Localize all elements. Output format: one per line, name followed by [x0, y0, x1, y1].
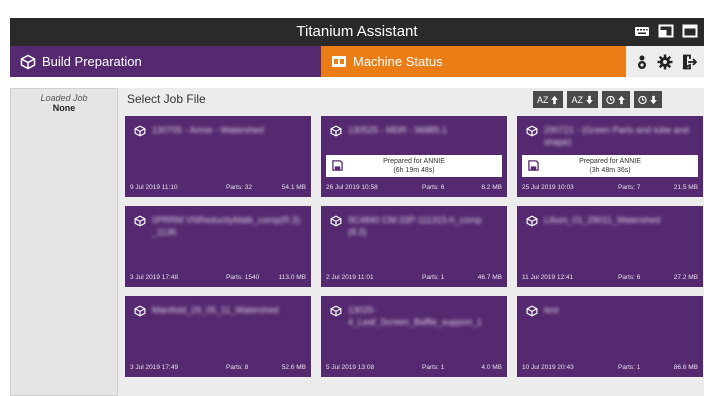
prepared-for-text: Prepared for ANNIE [579, 158, 641, 165]
title-bar: Titanium Assistant [10, 18, 704, 46]
arrow-up-icon [551, 95, 559, 104]
job-date: 5 Jul 2019 13:08 [326, 364, 375, 371]
job-file-area: Select Job File AZ AZ 130705 - Annie - W… [118, 88, 704, 396]
job-parts: Parts: 7 [618, 184, 641, 191]
job-date: 3 Jul 2019 17:49 [130, 364, 179, 371]
clock-icon [638, 95, 647, 104]
loaded-job-value: None [52, 103, 76, 113]
logout-icon[interactable] [681, 54, 697, 70]
job-card[interactable]: test 10 Jul 2019 20:43 Parts: 1 86.6 MB [517, 296, 703, 377]
job-parts: Parts: 1540 [226, 274, 260, 281]
job-cube-icon [526, 125, 538, 137]
job-cube-icon [330, 125, 342, 137]
prepared-banner: Prepared for ANNIE (3h 48m 36s) [522, 155, 698, 177]
save-disk-icon [528, 160, 539, 171]
tab-machine-status[interactable]: Machine Status [321, 46, 626, 77]
job-name: 0PRRM VNReductlyMatk_comp(R.3) _1136 [152, 215, 301, 237]
job-card[interactable]: Manifold_29_05_11_Watershed 3 Jul 2019 1… [125, 296, 311, 377]
job-size: 52.6 MB [281, 364, 306, 371]
job-card[interactable]: 0PRRM VNReductlyMatk_comp(R.3) _1136 3 J… [125, 206, 311, 287]
job-cube-icon [134, 305, 146, 317]
job-parts: Parts: 6 [618, 274, 641, 281]
job-date: 11 Jul 2019 12:41 [522, 274, 574, 281]
machine-monitor-icon [332, 55, 346, 67]
sort-date-descending-button[interactable] [634, 91, 662, 108]
tab-build-label: Build Preparation [42, 54, 142, 69]
arrow-up-icon [618, 95, 625, 104]
prepared-for-text: Prepared for ANNIE [383, 158, 445, 165]
job-name: 130525 - MDR - 96885.1 [348, 125, 448, 135]
clock-icon [606, 95, 615, 104]
maximize-window-icon[interactable] [682, 23, 698, 39]
job-parts: Parts: 32 [226, 184, 253, 191]
job-date: 10 Jul 2019 20:43 [522, 364, 574, 371]
job-card[interactable]: 13025-4_Leaf_Screen_Baffle_support_1 5 J… [321, 296, 507, 377]
job-cube-icon [330, 305, 342, 317]
job-card[interactable]: Lilium_01_29011_Watershed 11 Jul 2019 12… [517, 206, 703, 287]
sort-name-descending-button[interactable]: AZ [567, 91, 598, 108]
sort-name-ascending-label: AZ [536, 94, 549, 105]
loaded-job-label: Loaded Job [40, 93, 88, 103]
job-cube-icon [134, 215, 146, 227]
nav-actions [626, 46, 704, 77]
job-card[interactable]: 130525 - MDR - 96885.1 Prepared for ANNI… [321, 116, 507, 197]
job-date: 3 Jul 2019 17:48 [130, 274, 179, 281]
prepared-duration-text: (3h 48m 36s) [589, 167, 631, 174]
tab-machine-label: Machine Status [353, 54, 443, 69]
job-cube-icon [330, 215, 342, 227]
job-parts: Parts: 1 [618, 364, 641, 371]
operator-icon[interactable] [634, 54, 650, 70]
job-date: 26 Jul 2019 10:58 [326, 184, 378, 191]
job-parts: Parts: 8 [226, 364, 249, 371]
job-parts: Parts: 1 [422, 364, 445, 371]
job-card[interactable]: 130705 - Annie - Watershed 9 Jul 2019 11… [125, 116, 311, 197]
job-name: 290721 - (Green Parts and tube and shape… [544, 125, 689, 147]
sort-name-ascending-button[interactable]: AZ [532, 91, 564, 108]
job-card[interactable]: 290721 - (Green Parts and tube and shape… [517, 116, 703, 197]
job-card[interactable]: 9C4840 CM-33P-111315-h_comp (8.3) 2 Jul … [321, 206, 507, 287]
job-size: 4.0 MB [481, 364, 502, 371]
page-title: Select Job File [127, 92, 206, 106]
job-size: 113.0 MB [278, 274, 306, 281]
loaded-job-panel: Loaded Job None [10, 88, 118, 396]
prepared-duration-text: (6h 19m 48s) [393, 167, 435, 174]
job-parts: Parts: 1 [422, 274, 445, 281]
job-name: test [544, 305, 559, 315]
job-size: 27.2 MB [673, 274, 698, 281]
job-size: 21.5 MB [673, 184, 698, 191]
build-cube-icon [20, 54, 36, 69]
job-name: 130705 - Annie - Watershed [152, 125, 264, 135]
keyboard-icon[interactable] [634, 23, 650, 39]
job-size: 46.7 MB [477, 274, 502, 281]
sort-toolbar: AZ AZ [532, 91, 662, 108]
nav-bar: Build Preparation Machine Status [10, 46, 704, 77]
job-date: 25 Jul 2019 10:03 [522, 184, 574, 191]
app-title: Titanium Assistant [296, 23, 418, 40]
job-name: 13025-4_Leaf_Screen_Baffle_support_1 [348, 305, 482, 327]
job-name: Lilium_01_29011_Watershed [544, 215, 661, 225]
job-cube-icon [134, 125, 146, 137]
arrow-down-icon [586, 95, 593, 104]
settings-gear-icon[interactable] [657, 54, 673, 70]
arrow-down-icon [650, 95, 657, 104]
job-cube-icon [526, 215, 538, 227]
save-disk-icon [332, 160, 343, 171]
job-date: 9 Jul 2019 11:10 [130, 184, 178, 191]
job-parts: Parts: 6 [422, 184, 445, 191]
restore-window-icon[interactable] [658, 23, 674, 39]
job-date: 2 Jul 2019 11:01 [326, 274, 374, 281]
tab-build-preparation[interactable]: Build Preparation [10, 46, 321, 77]
sort-date-ascending-button[interactable] [602, 91, 630, 108]
job-cube-icon [526, 305, 538, 317]
job-size: 86.6 MB [673, 364, 698, 371]
job-name: 9C4840 CM-33P-111315-h_comp (8.3) [348, 215, 482, 237]
prepared-banner: Prepared for ANNIE (6h 19m 48s) [326, 155, 502, 177]
job-name: Manifold_29_05_11_Watershed [152, 305, 279, 315]
sort-name-descending-label: AZ [571, 94, 583, 105]
job-size: 8.2 MB [481, 184, 502, 191]
job-size: 54.1 MB [281, 184, 306, 191]
